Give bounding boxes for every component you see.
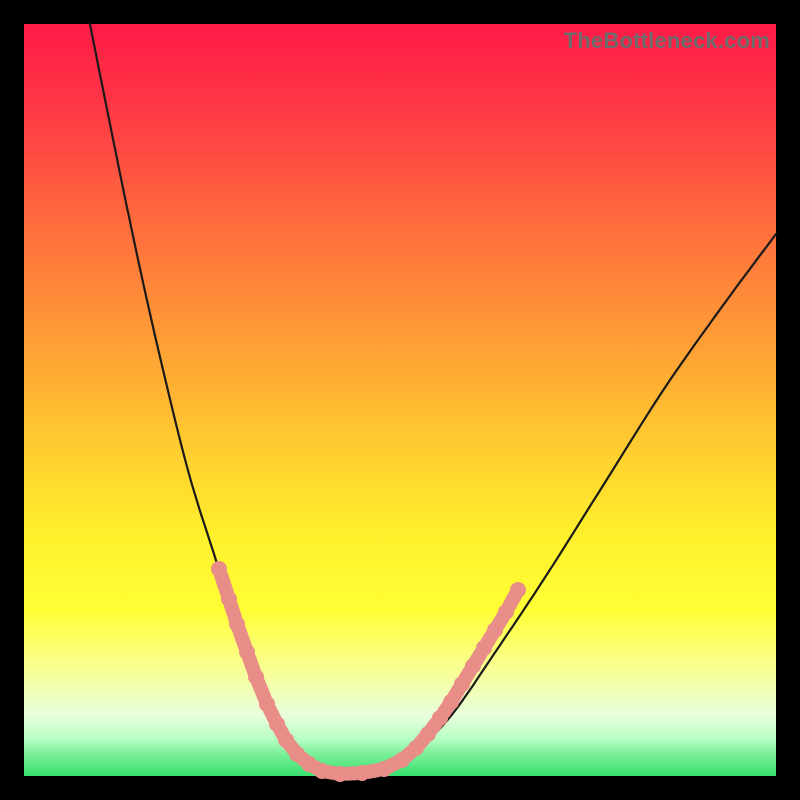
bottleneck-curve-path xyxy=(90,24,776,774)
highlighted-data-points xyxy=(211,561,526,782)
chart-plot-area: TheBottleneck.com xyxy=(24,24,776,776)
bottleneck-curve-svg xyxy=(24,24,776,776)
